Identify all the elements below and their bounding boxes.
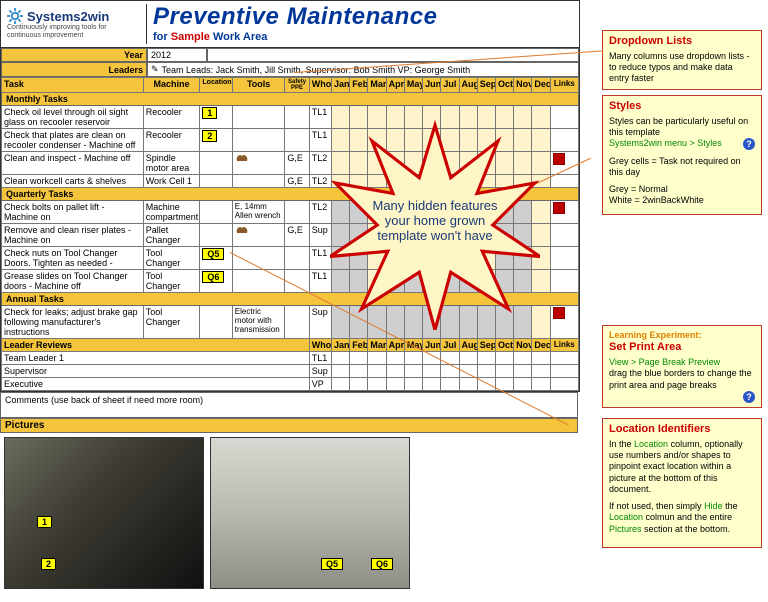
- year-value[interactable]: 2012: [147, 48, 207, 62]
- leaders-value[interactable]: ✎ Team Leads: Jack Smith, Jill Smith, Su…: [147, 62, 579, 77]
- logo-text: Systems2win: [27, 9, 109, 24]
- hdr-safety[interactable]: SafetyPPE: [285, 78, 309, 93]
- hdr-who[interactable]: Who: [309, 78, 331, 93]
- table-row[interactable]: Remove and clean riser plates - Machine …: [2, 224, 579, 247]
- photo-2: Q5 Q6: [210, 437, 410, 589]
- expand-icon[interactable]: ✎: [151, 64, 159, 75]
- hdr-tools[interactable]: Tools: [232, 78, 285, 93]
- year-label: Year: [1, 48, 147, 62]
- hdr-aug[interactable]: Aug: [459, 78, 477, 93]
- hdr-may[interactable]: May: [404, 78, 422, 93]
- table-row[interactable]: Check that plates are clean on recooler …: [2, 129, 579, 152]
- hdr-feb[interactable]: Feb: [350, 78, 368, 93]
- table-row[interactable]: Executive VP: [2, 378, 579, 391]
- hdr-jun[interactable]: Jun: [423, 78, 441, 93]
- leaders-row: Leaders ✎ Team Leads: Jack Smith, Jill S…: [1, 62, 579, 77]
- photo-tag: Q5: [321, 558, 343, 570]
- header-bar: Systems2win Continuously improving tools…: [1, 1, 579, 48]
- page-subtitle: for Sample Work Area: [153, 31, 573, 43]
- pdf-icon[interactable]: [553, 202, 565, 214]
- location-marker: 2: [202, 130, 217, 142]
- hdr-mar[interactable]: Mar: [368, 78, 386, 93]
- hdr-location[interactable]: Location: [200, 78, 232, 93]
- table-row[interactable]: Clean workcell carts & shelves Work Cell…: [2, 175, 579, 188]
- page-title: Preventive Maintenance: [153, 3, 573, 31]
- year-row: Year 2012: [1, 48, 579, 62]
- logo-cell: Systems2win Continuously improving tools…: [1, 4, 147, 43]
- hdr-task[interactable]: Task: [2, 78, 144, 93]
- logo-tagline: Continuously improving tools for continu…: [7, 24, 140, 39]
- hdr-dec[interactable]: Dec: [532, 78, 550, 93]
- hdr-machine[interactable]: Machine: [143, 78, 200, 93]
- callout-styles: Styles Styles can be particularly useful…: [602, 95, 762, 215]
- section-leader: Leader Reviews: [2, 339, 310, 352]
- hdr-oct[interactable]: Oct: [495, 78, 513, 93]
- gloves-icon: [235, 153, 249, 163]
- hdr-jul[interactable]: Jul: [441, 78, 459, 93]
- gloves-icon: [235, 225, 249, 235]
- section-monthly: Monthly Tasks: [2, 93, 579, 106]
- callout-title: Styles: [609, 100, 755, 114]
- table-row[interactable]: Team Leader 1 TL1: [2, 352, 579, 365]
- table-row[interactable]: Check oil level through oil sight glass …: [2, 106, 579, 129]
- logo-brand: Systems2win: [7, 8, 140, 24]
- hdr-links[interactable]: Links: [550, 78, 578, 93]
- pdf-icon[interactable]: [553, 153, 565, 165]
- photo-1: 1 2: [4, 437, 204, 589]
- photo-tag: Q6: [371, 558, 393, 570]
- callout-print: Learning Experiment: Set Print Area View…: [602, 325, 762, 408]
- task-table: Task Machine Location Tools SafetyPPE Wh…: [1, 77, 579, 391]
- photo-tag: 1: [37, 516, 52, 528]
- table-row[interactable]: Supervisor Sup: [2, 365, 579, 378]
- callout-title: Learning Experiment:: [609, 330, 755, 341]
- table-row[interactable]: Clean and inspect - Machine off Spindle …: [2, 152, 579, 175]
- hdr-apr[interactable]: Apr: [386, 78, 404, 93]
- location-marker: 1: [202, 107, 217, 119]
- comments-box[interactable]: Comments (use back of sheet if need more…: [0, 392, 578, 418]
- leaders-label: Leaders: [1, 62, 147, 77]
- callout-dropdown: Dropdown Lists Many columns use dropdown…: [602, 30, 762, 90]
- column-headers: Task Machine Location Tools SafetyPPE Wh…: [2, 78, 579, 93]
- leader-header-row: Leader Reviews Who JanFebMarAprMayJunJul…: [2, 339, 579, 352]
- table-row[interactable]: Check bolts on pallet lift - Machine on …: [2, 201, 579, 224]
- section-pictures: Pictures: [0, 418, 578, 433]
- callout-location: Location Identifiers In the Location col…: [602, 418, 762, 548]
- info-icon[interactable]: ?: [743, 391, 755, 403]
- table-row[interactable]: Grease slides on Tool Changer doors - Ma…: [2, 270, 579, 293]
- location-marker: Q6: [202, 271, 224, 283]
- callout-title: Location Identifiers: [609, 423, 755, 437]
- hdr-nov[interactable]: Nov: [514, 78, 532, 93]
- callout-title: Dropdown Lists: [609, 35, 755, 49]
- table-row[interactable]: Check for leaks; adjust brake gap follow…: [2, 306, 579, 339]
- pdf-icon[interactable]: [553, 307, 565, 319]
- section-annual: Annual Tasks: [2, 293, 579, 306]
- gear-logo-icon: [7, 8, 23, 24]
- title-cell: Preventive Maintenance for Sample Work A…: [147, 1, 579, 47]
- photo-tag: 2: [41, 558, 56, 570]
- hdr-jan[interactable]: Jan: [331, 78, 349, 93]
- hdr-sep[interactable]: Sep: [477, 78, 495, 93]
- location-marker: Q5: [202, 248, 224, 260]
- table-row[interactable]: Check nuts on Tool Changer Doors. Tighte…: [2, 247, 579, 270]
- section-quarterly: Quarterly Tasks: [2, 188, 579, 201]
